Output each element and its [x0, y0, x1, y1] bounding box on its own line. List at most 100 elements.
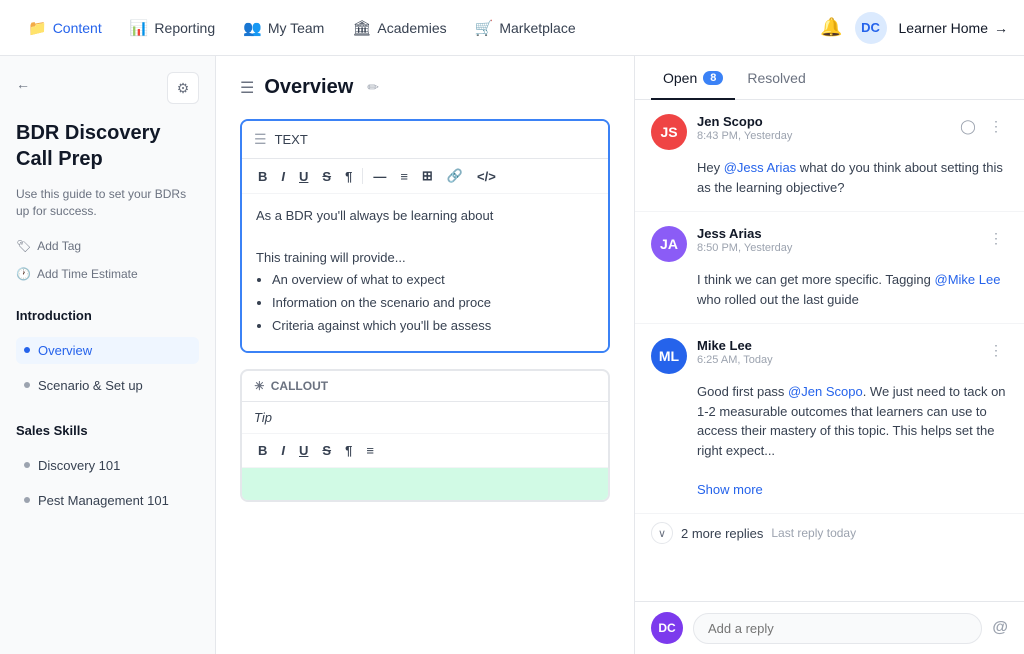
dot-icon	[24, 347, 30, 353]
comment-meta: Jen Scopo 8:43 PM, Yesterday	[697, 114, 946, 142]
strikethrough-button[interactable]: S	[316, 166, 337, 187]
ordered-list-button[interactable]: ⊞	[416, 165, 439, 187]
open-count-badge: 8	[703, 71, 723, 85]
show-more-link[interactable]: Show more	[697, 482, 763, 497]
sidebar-back-row: ← ⚙	[16, 72, 199, 104]
callout-green-content	[242, 468, 608, 500]
section-introduction: Introduction	[16, 308, 199, 323]
nav-reporting[interactable]: 📊 Reporting	[118, 13, 227, 43]
callout-toolbar: B I U S ¶ ≡	[242, 434, 608, 468]
dot-icon	[24, 382, 30, 388]
section-sales-skills: Sales Skills	[16, 423, 199, 438]
marketplace-icon: 🛒	[475, 19, 494, 37]
bold-button[interactable]: B	[252, 166, 273, 187]
sidebar-item-scenario[interactable]: Scenario & Set up	[16, 372, 199, 399]
notifications-bell[interactable]: 🔔	[820, 17, 842, 38]
more-options-button[interactable]: ⋮	[984, 114, 1008, 138]
tab-resolved[interactable]: Resolved	[735, 56, 817, 100]
nav-marketplace[interactable]: 🛒 Marketplace	[463, 13, 588, 43]
top-nav: 📁 Content 📊 Reporting 👥 My Team 🏛 Academ…	[0, 0, 1024, 56]
text-block-header: ☰ TEXT	[242, 121, 608, 159]
reply-input-row: DC @	[635, 601, 1024, 654]
add-time-link[interactable]: 🕐 Add Time Estimate	[16, 264, 199, 284]
comment-item: ML Mike Lee 6:25 AM, Today ⋮ Good first …	[635, 324, 1024, 514]
more-replies-row[interactable]: ∨ 2 more replies Last reply today	[635, 514, 1024, 556]
list-button-2[interactable]: ≡	[360, 440, 380, 461]
paragraph-button[interactable]: ¶	[339, 166, 358, 187]
comment-text: I think we can get more specific. Taggin…	[697, 270, 1008, 309]
avatar: ML	[651, 338, 687, 374]
clock-icon: 🕐	[16, 267, 31, 281]
nav-right: 🔔 DC Learner Home →	[820, 12, 1008, 44]
page-title: Overview	[264, 76, 353, 99]
more-replies-text: 2 more replies	[681, 526, 763, 541]
learner-home-link[interactable]: Learner Home →	[899, 20, 1009, 36]
dot-icon	[24, 497, 30, 503]
unordered-list-button[interactable]: ≡	[394, 166, 414, 187]
paragraph-button-2[interactable]: ¶	[339, 440, 358, 461]
nav-content[interactable]: 📁 Content	[16, 13, 114, 43]
comment-meta: Mike Lee 6:25 AM, Today	[697, 338, 974, 366]
toolbar-separator	[362, 168, 363, 184]
back-button[interactable]: ←	[16, 76, 30, 92]
gear-icon: ⚙	[177, 80, 190, 97]
course-title: BDR Discovery Call Prep	[16, 120, 199, 172]
comment-actions: ◯ ⋮	[956, 114, 1008, 138]
comment-actions: ⋮	[984, 226, 1008, 250]
tag-icon: 🏷	[16, 239, 31, 253]
sidebar-item-pest[interactable]: Pest Management 101	[16, 487, 199, 514]
comment-header: ML Mike Lee 6:25 AM, Today ⋮	[651, 338, 1008, 374]
sidebar-item-overview[interactable]: Overview	[16, 337, 199, 364]
comment-actions: ⋮	[984, 338, 1008, 362]
comment-header: JS Jen Scopo 8:43 PM, Yesterday ◯ ⋮	[651, 114, 1008, 150]
resolve-button[interactable]: ◯	[956, 114, 980, 138]
comment-text: Hey @Jess Arias what do you think about …	[697, 158, 1008, 197]
nav-myteam[interactable]: 👥 My Team	[231, 13, 336, 43]
reply-input[interactable]	[693, 613, 982, 644]
sidebar: ← ⚙ BDR Discovery Call Prep Use this gui…	[0, 56, 216, 654]
underline-button-2[interactable]: U	[293, 440, 314, 461]
user-avatar[interactable]: DC	[855, 12, 887, 44]
italic-button-2[interactable]: I	[275, 440, 291, 461]
callout-block-header: ☀ CALLOUT	[242, 371, 608, 402]
at-mention-button[interactable]: @	[992, 619, 1008, 637]
more-options-button[interactable]: ⋮	[984, 338, 1008, 362]
comments-panel: Open 8 Resolved JS Jen Scopo 8:43 PM, Ye…	[634, 56, 1024, 654]
nav-academies[interactable]: 🏛 Academies	[340, 13, 458, 43]
comment-header: JA Jess Arias 8:50 PM, Yesterday ⋮	[651, 226, 1008, 262]
bullet-list: An overview of what to expect Informatio…	[256, 270, 594, 336]
callout-type-input[interactable]: Tip	[242, 402, 608, 434]
text-block-content[interactable]: As a BDR you'll always be learning about…	[242, 194, 608, 351]
avatar: JA	[651, 226, 687, 262]
content-area: ☰ Overview ✏ ☰ TEXT B I U S ¶ — ≡ ⊞ 🔗 </…	[216, 56, 634, 654]
bold-button-2[interactable]: B	[252, 440, 273, 461]
more-options-button[interactable]: ⋮	[984, 226, 1008, 250]
myteam-icon: 👥	[243, 19, 262, 37]
course-description: Use this guide to set your BDRs up for s…	[16, 186, 199, 220]
back-arrow-icon: ←	[16, 76, 30, 92]
settings-button[interactable]: ⚙	[167, 72, 199, 104]
arrow-right-icon: →	[994, 20, 1008, 36]
last-reply-text: Last reply today	[771, 526, 856, 540]
edit-icon[interactable]: ✏	[367, 79, 379, 96]
strikethrough-button-2[interactable]: S	[316, 440, 337, 461]
comments-tabs: Open 8 Resolved	[635, 56, 1024, 100]
sidebar-item-discovery[interactable]: Discovery 101	[16, 452, 199, 479]
hr-button[interactable]: —	[367, 166, 392, 187]
italic-button[interactable]: I	[275, 166, 291, 187]
expand-replies-button[interactable]: ∨	[651, 522, 673, 544]
comment-item: JS Jen Scopo 8:43 PM, Yesterday ◯ ⋮ Hey …	[635, 100, 1024, 212]
comment-meta: Jess Arias 8:50 PM, Yesterday	[697, 226, 974, 254]
text-block-toolbar: B I U S ¶ — ≡ ⊞ 🔗 </>	[242, 159, 608, 194]
comment-item: JA Jess Arias 8:50 PM, Yesterday ⋮ I thi…	[635, 212, 1024, 324]
link-button[interactable]: 🔗	[441, 165, 469, 187]
code-button[interactable]: </>	[471, 166, 502, 187]
text-block: ☰ TEXT B I U S ¶ — ≡ ⊞ 🔗 </> As a BDR yo…	[240, 119, 610, 353]
underline-button[interactable]: U	[293, 166, 314, 187]
tab-open[interactable]: Open 8	[651, 56, 735, 100]
add-tag-link[interactable]: 🏷 Add Tag	[16, 236, 199, 256]
align-left-icon: ☰	[240, 78, 254, 98]
comments-list: JS Jen Scopo 8:43 PM, Yesterday ◯ ⋮ Hey …	[635, 100, 1024, 601]
text-block-icon: ☰	[254, 131, 267, 148]
main-layout: ← ⚙ BDR Discovery Call Prep Use this gui…	[0, 56, 1024, 654]
